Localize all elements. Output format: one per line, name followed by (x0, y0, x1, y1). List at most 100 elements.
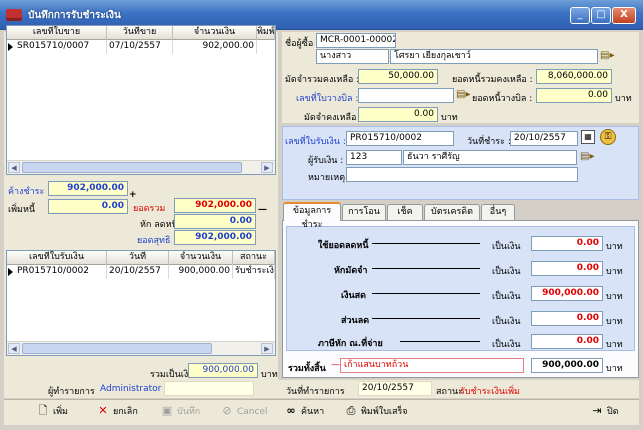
net-label: ยอดสุทธิ (137, 236, 171, 246)
print-label: พิมพ์ใบเสร็จ (361, 407, 408, 417)
pay-label-credit: ใช้ยอดลดหนี้ (318, 241, 369, 251)
invoice-grid-hscroll[interactable]: ◀ ▶ (7, 160, 275, 174)
customer-name-field[interactable]: โศรยา เยียงกุลเชาว์ (390, 49, 598, 64)
invoice-col-doc[interactable]: เลขที่ใบขาย (7, 26, 107, 40)
operator-value: Administrator (100, 384, 162, 394)
receipt-col-amount[interactable]: จำนวนเงิน (169, 251, 233, 265)
minimize-button[interactable]: _ (570, 7, 590, 24)
pay-total-label: รวมทั้งสิ้น (288, 364, 326, 374)
cancel-button[interactable]: ⊘ Cancel (220, 401, 267, 421)
receipt-date-field[interactable]: 20/10/2557 (510, 131, 578, 146)
pay-unit: บาท (606, 317, 623, 327)
pay-deposit-field[interactable]: 0.00 (531, 261, 603, 276)
close-window-button[interactable]: X (612, 7, 636, 24)
scroll-thumb[interactable] (22, 162, 242, 173)
scroll-left-icon[interactable]: ◀ (8, 162, 20, 173)
extra-debt-field: 0.00 (48, 199, 128, 214)
invoice-col-print[interactable]: พิมพ์ (257, 26, 275, 40)
receipt-date-label: วันที่ชำระ : (467, 137, 511, 147)
pay-label-discount: ส่วนลด (341, 316, 370, 326)
bill-debt-label: ยอดหนี้วางบิล : (472, 94, 533, 104)
close-button[interactable]: ⇥ ปิด (590, 401, 618, 421)
pay-divider (400, 341, 480, 342)
binoculars-icon: ∞ (286, 404, 296, 417)
cancel-doc-button[interactable]: ✕ ยกเลิก (96, 401, 138, 421)
pay-cash-field[interactable]: 900,000.00 (531, 286, 603, 301)
tab-cheque[interactable]: เช็ค (387, 204, 423, 220)
minus-sign: — (258, 205, 267, 215)
receipt-grid: เลขที่ใบรับเงิน วันที่ จำนวนเงิน สถานะ P… (6, 250, 276, 356)
scroll-right-icon[interactable]: ▶ (261, 343, 273, 354)
receipt-grid-header: เลขที่ใบรับเงิน วันที่ จำนวนเงิน สถานะ (7, 251, 275, 265)
scroll-right-icon[interactable]: ▶ (261, 162, 273, 173)
bill-label: เลขที่ใบวางบิล : (296, 94, 359, 104)
tab-payment-info[interactable]: ข้อมูลการชำระ (283, 202, 341, 230)
tab-other[interactable]: อื่นๆ (481, 204, 515, 220)
pay-label-cash: เงินสด (341, 291, 366, 301)
tx-status-value: รับชำระเงินเพิ่ม (460, 387, 520, 397)
pay-discount-field[interactable]: 0.00 (531, 311, 603, 326)
pay-divider (372, 268, 480, 269)
calendar-icon[interactable]: ▦ (581, 130, 595, 144)
pay-as-label: เป็นเงิน (492, 340, 521, 350)
receiver-search-icon[interactable]: ▤▸ (580, 151, 594, 162)
invoice-doc-no: SR015710/0007 (15, 40, 107, 54)
discount-field: 0.00 (174, 214, 256, 229)
x-icon: ✕ (98, 404, 108, 417)
operator-label: ผู้ทำรายการ (48, 387, 95, 397)
receipt-no-field[interactable]: PR015710/0002 (346, 131, 454, 146)
receipt-status: รับชำระเงินเพิ่ม (233, 265, 275, 279)
receiver-code-field[interactable]: 123 (346, 150, 402, 165)
search-button[interactable]: ∞ ค้นหา (284, 401, 324, 421)
pay-unit: บาท (606, 267, 623, 277)
add-button[interactable]: 🗋 เพิ่ม (36, 401, 68, 421)
print-button[interactable]: ⎙ พิมพ์ใบเสร็จ (344, 401, 408, 421)
tab-transfer[interactable]: การโอน (342, 204, 386, 220)
tx-date-field: 20/10/2557 (358, 381, 432, 396)
pay-total-field: 900,000.00 (531, 358, 603, 373)
receiver-label: ผู้รับเงิน : (308, 156, 344, 166)
bill-debt-unit: บาท (615, 94, 632, 104)
deposit-left-label: มัดจำคงเหลือ : (304, 113, 363, 123)
customer-search-icon[interactable]: ▤▸ (600, 50, 614, 61)
receipt-doc-no: PR015710/0002 (15, 265, 107, 279)
invoice-col-date[interactable]: วันที่ขาย (107, 26, 173, 40)
receipt-grid-hscroll[interactable]: ◀ ▶ (7, 341, 275, 355)
total-label: ยอดรวม (133, 204, 166, 214)
bill-field[interactable] (358, 88, 454, 103)
receipt-col-date[interactable]: วันที่ (107, 251, 169, 265)
search-label: ค้นหา (301, 407, 325, 417)
pay-label-deposit: หักมัดจำ (334, 266, 368, 276)
customer-code-label: ชื่อผู้ซื้อ : (285, 39, 320, 49)
customer-title-field[interactable]: นางสาว (316, 49, 389, 64)
pay-total-dash: — (331, 360, 340, 370)
pay-divider (372, 243, 480, 244)
lock-icon[interactable]: ⚿ (600, 129, 616, 145)
tab-credit-card[interactable]: บัตรเครดิต (424, 204, 480, 220)
pay-unit: บาท (606, 292, 623, 302)
scroll-thumb[interactable] (22, 343, 212, 354)
receipt-amount: 900,000.00 (169, 265, 233, 279)
deposit-label: มัดจำรวมคงเหลือ : (285, 75, 360, 85)
cancel-doc-label: ยกเลิก (113, 407, 138, 417)
invoice-col-amount[interactable]: จำนวนเงิน (173, 26, 257, 40)
pay-wht-field[interactable]: 0.00 (531, 334, 603, 349)
disk-icon: ▣ (161, 404, 173, 417)
exit-door-icon: ⇥ (592, 404, 602, 417)
table-row[interactable]: SR015710/0007 07/10/2557 902,000.00 (7, 40, 275, 54)
bill-search-icon[interactable]: ▤▸ (456, 89, 470, 100)
invoice-grid: เลขที่ใบขาย วันที่ขาย จำนวนเงิน พิมพ์ SR… (6, 25, 276, 175)
pay-unit: บาท (606, 242, 623, 252)
note-field[interactable] (346, 167, 578, 182)
pay-credit-field[interactable]: 0.00 (531, 236, 603, 251)
scroll-left-icon[interactable]: ◀ (8, 343, 20, 354)
total-field: 902,000.00 (174, 198, 256, 213)
maximize-button[interactable]: □ (591, 7, 611, 24)
receipt-col-doc[interactable]: เลขที่ใบรับเงิน (7, 251, 107, 265)
customer-code-field[interactable]: MCR-0001-00002 (316, 33, 396, 48)
table-row[interactable]: PR015710/0002 20/10/2557 900,000.00 รับช… (7, 265, 275, 279)
pay-label-wht: ภาษีหัก ณ.ที่จ่าย (318, 339, 383, 349)
receiver-name-field[interactable]: ธันวา ราศีรัญ (403, 150, 577, 165)
receipt-col-status[interactable]: สถานะ (233, 251, 275, 265)
save-button[interactable]: ▣ บันทึก (160, 401, 200, 421)
